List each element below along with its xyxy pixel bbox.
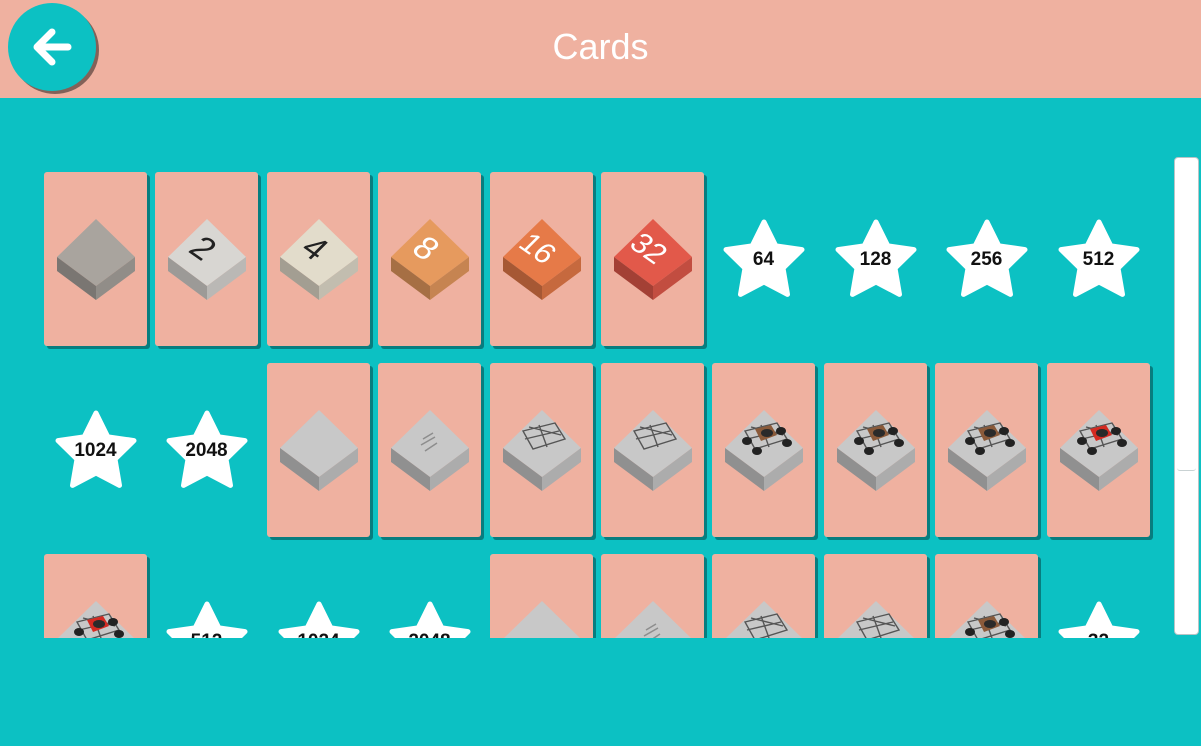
card-tile[interactable]: 4 <box>267 172 370 346</box>
tile-cube-icon <box>614 601 691 638</box>
star-badge[interactable]: 256 <box>935 172 1038 346</box>
star-value-label: 256 <box>970 249 1003 270</box>
star-value-label: 2048 <box>185 440 228 461</box>
page-title: Cards <box>552 26 649 67</box>
card-tile[interactable] <box>935 554 1038 638</box>
vertical-scrollbar[interactable] <box>1174 157 1199 635</box>
card-tile[interactable] <box>267 363 370 537</box>
star-value-label: 32 <box>1088 631 1109 638</box>
star-value-label: 128 <box>859 249 892 270</box>
star-value-label: 64 <box>752 249 775 270</box>
tile-cube-icon: 4 <box>279 219 358 300</box>
card-tile[interactable] <box>1047 363 1150 537</box>
card-tile[interactable] <box>824 363 927 537</box>
star-badge[interactable]: 32 <box>1047 554 1150 638</box>
card-grid[interactable]: 248 16 32 64 128 256 512 1024 2048 512 1024 2048 32 <box>0 150 1170 638</box>
tile-cube-icon <box>725 601 802 638</box>
card-tile[interactable] <box>44 172 147 346</box>
card-tile[interactable] <box>935 363 1038 537</box>
tile-cube-icon <box>613 410 692 491</box>
tile-cube-icon <box>56 219 135 300</box>
card-tile[interactable]: 16 <box>490 172 593 346</box>
star-badge[interactable]: 512 <box>155 554 258 638</box>
card-tile[interactable] <box>490 363 593 537</box>
star-badge[interactable]: 512 <box>1047 172 1150 346</box>
tile-cube-icon: 32 <box>613 219 692 300</box>
card-tile[interactable] <box>601 363 704 537</box>
star-value-label: 1024 <box>297 631 339 638</box>
star-value-label: 1024 <box>74 440 117 461</box>
card-tile[interactable]: 2 <box>155 172 258 346</box>
card-tile[interactable]: 8 <box>378 172 481 346</box>
scroll-thumb[interactable] <box>1177 160 1196 471</box>
star-badge[interactable]: 1024 <box>44 363 147 537</box>
star-badge[interactable]: 128 <box>824 172 927 346</box>
top-bar: Cards <box>0 0 1201 98</box>
tile-cube-icon <box>503 601 580 638</box>
star-value-label: 512 <box>191 631 223 638</box>
card-tile[interactable] <box>824 554 927 638</box>
star-badge[interactable]: 2048 <box>378 554 481 638</box>
star-badge[interactable]: 2048 <box>155 363 258 537</box>
card-tile[interactable]: 32 <box>601 172 704 346</box>
tile-cube-icon <box>1059 410 1138 491</box>
card-tile[interactable] <box>490 554 593 638</box>
tile-cube-icon <box>57 601 134 638</box>
star-value-label: 512 <box>1082 249 1115 270</box>
tile-cube-icon <box>390 410 469 491</box>
card-tile[interactable] <box>712 554 815 638</box>
tile-cube-icon <box>836 410 915 491</box>
tile-cube-icon <box>724 410 803 491</box>
card-tile[interactable] <box>601 554 704 638</box>
star-badge[interactable]: 64 <box>712 172 815 346</box>
tile-cube-icon: 8 <box>390 219 469 300</box>
tile-cube-icon <box>837 601 914 638</box>
tile-cube-icon <box>502 410 581 491</box>
tile-cube-icon: 2 <box>167 219 246 300</box>
card-tile[interactable] <box>378 363 481 537</box>
star-value-label: 2048 <box>408 631 450 638</box>
tile-cube-icon: 16 <box>502 219 581 300</box>
card-tile[interactable] <box>712 363 815 537</box>
card-tile[interactable] <box>44 554 147 638</box>
tile-cube-icon <box>947 410 1026 491</box>
star-badge[interactable]: 1024 <box>267 554 370 638</box>
tile-cube-icon <box>948 601 1025 638</box>
tile-cube-icon <box>279 410 358 491</box>
